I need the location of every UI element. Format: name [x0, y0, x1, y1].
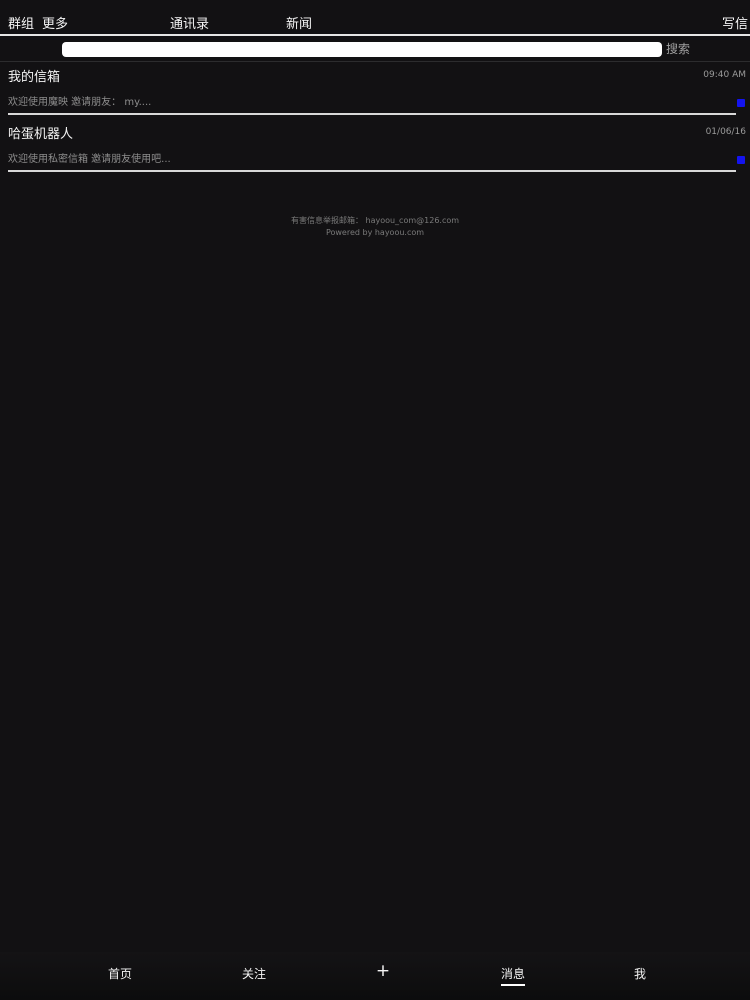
messages-page: 群组 更多 通讯录 新闻 写信 搜索 我的信箱 09:40 AM 欢迎使用魔映 邀… — [0, 0, 750, 1000]
tab-messages[interactable]: 消息 — [501, 965, 525, 983]
top-nav-left: 群组 更多 — [8, 16, 76, 34]
message-list: 我的信箱 09:40 AM 欢迎使用魔映 邀请朋友： my.... 哈蛋机器人 … — [0, 62, 750, 176]
more-link[interactable]: 更多 — [42, 17, 68, 32]
unread-indicator-icon — [737, 156, 745, 164]
message-item-robot[interactable]: 哈蛋机器人 01/06/16 欢迎使用私密信箱 邀请朋友使用吧... — [0, 119, 750, 176]
tab-add-plus-icon[interactable]: + — [376, 962, 390, 980]
message-divider — [8, 113, 736, 115]
message-preview: 欢迎使用魔映 邀请朋友： my.... — [8, 97, 152, 108]
search-input[interactable] — [62, 42, 662, 57]
search-button[interactable]: 搜索 — [666, 40, 690, 58]
groups-link[interactable]: 群组 — [8, 17, 34, 32]
compose-button[interactable]: 写信 — [722, 16, 748, 34]
unread-indicator-icon — [737, 99, 745, 107]
message-item-mailbox[interactable]: 我的信箱 09:40 AM 欢迎使用魔映 邀请朋友： my.... — [0, 62, 750, 119]
message-divider — [8, 170, 736, 172]
active-tab-indicator — [501, 984, 525, 986]
tab-me[interactable]: 我 — [634, 965, 646, 983]
tab-following[interactable]: 关注 — [242, 965, 266, 983]
message-title: 我的信箱 — [8, 70, 61, 85]
bottom-tab-bar: 首页 关注 + 消息 我 — [0, 952, 750, 1000]
search-bar: 搜索 — [0, 38, 750, 62]
tab-home[interactable]: 首页 — [108, 965, 132, 983]
powered-by-text: Powered by hayoou.com — [325, 228, 425, 237]
message-time: 01/06/16 — [705, 127, 746, 137]
message-time: 09:40 AM — [703, 70, 746, 80]
message-title: 哈蛋机器人 — [8, 127, 74, 142]
top-nav-bar: 群组 更多 通讯录 新闻 写信 — [0, 0, 750, 36]
contacts-link[interactable]: 通讯录 — [170, 16, 209, 34]
news-link[interactable]: 新闻 — [286, 16, 312, 34]
report-email-text: 有害信息举报邮箱： hayoou_com@126.com — [290, 216, 460, 225]
footer-info: 有害信息举报邮箱： hayoou_com@126.com Powered by … — [0, 215, 750, 239]
message-preview: 欢迎使用私密信箱 邀请朋友使用吧... — [8, 154, 171, 165]
